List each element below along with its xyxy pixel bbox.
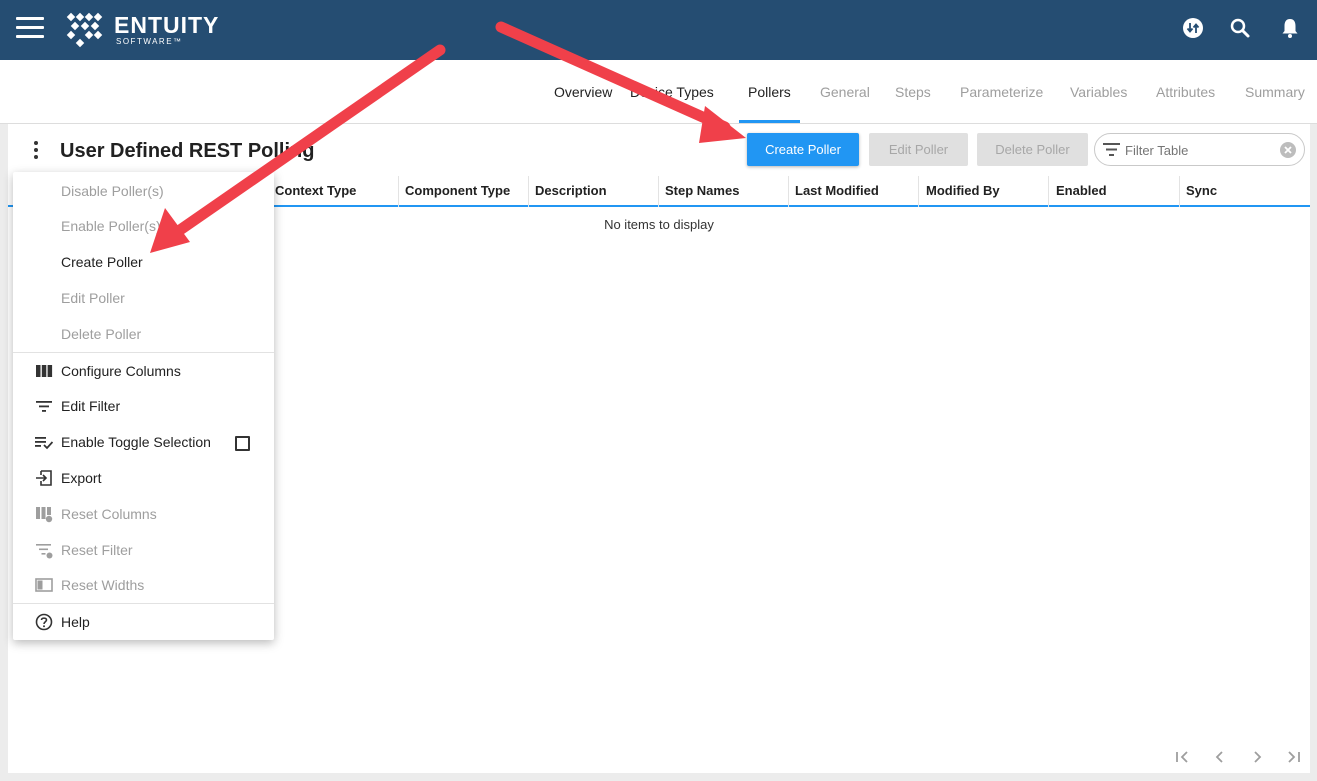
menu-item-label: Delete Poller [61,326,142,342]
help-icon [35,613,53,631]
reset-columns-icon [36,507,53,523]
last-page-icon[interactable] [1283,746,1305,768]
menu-divider [13,352,274,353]
menu-item-export[interactable]: Export [13,463,274,493]
logo-mark-icon [66,12,103,48]
menu-item-label: Enable Poller(s) [61,218,161,234]
tab-general: General [820,84,870,100]
menu-divider [13,603,274,604]
actions-menu: Disable Poller(s) Enable Poller(s) Creat… [13,172,274,640]
delete-poller-button: Delete Poller [977,133,1088,166]
export-icon [36,470,52,486]
tab-pollers[interactable]: Pollers [748,84,791,100]
menu-item-reset-widths: Reset Widths [13,570,274,600]
clear-icon[interactable] [1279,141,1297,159]
filter-table-input[interactable] [1125,140,1275,160]
columns-icon [36,365,53,377]
tab-steps: Steps [895,84,931,100]
reset-widths-icon [35,578,53,592]
column-header-last-modified[interactable]: Last Modified [795,183,879,198]
menu-item-delete-poller: Delete Poller [13,319,274,349]
menu-item-label: Edit Poller [61,290,125,306]
menu-item-help[interactable]: Help [13,607,274,637]
filter-icon [1103,143,1120,156]
empty-table-message: No items to display [604,217,714,232]
tab-attributes: Attributes [1156,84,1216,100]
search-icon[interactable] [1228,16,1252,40]
tab-device-types[interactable]: Device Types [630,84,714,100]
menu-item-edit-poller: Edit Poller [13,283,274,313]
tab-parameterize: Parameterize [960,84,1044,100]
column-header-modified-by[interactable]: Modified By [926,183,1000,198]
next-page-icon[interactable] [1246,746,1268,768]
active-tab-indicator [739,120,800,123]
menu-item-label: Reset Widths [61,577,145,593]
tab-variables: Variables [1070,84,1128,100]
menu-item-label: Enable Toggle Selection [61,434,211,450]
menu-item-configure-columns[interactable]: Configure Columns [13,356,274,386]
menu-item-reset-columns: Reset Columns [13,499,274,529]
menu-item-edit-filter[interactable]: Edit Filter [13,391,274,421]
toggle-selection-checkbox[interactable] [235,436,250,451]
menu-item-label: Disable Poller(s) [61,183,164,199]
menu-item-label: Configure Columns [61,363,181,379]
menu-item-reset-filter: Reset Filter [13,535,274,565]
menu-item-label: Help [61,614,90,630]
bell-icon[interactable] [1278,16,1302,40]
menu-item-disable-pollers: Disable Poller(s) [13,176,274,206]
checklist-icon [35,437,53,450]
logo-subtitle: SOFTWARE™ [116,37,183,46]
column-header-description[interactable]: Description [535,183,607,198]
filter-icon [36,401,52,412]
create-poller-button[interactable]: Create Poller [747,133,859,166]
first-page-icon[interactable] [1171,746,1193,768]
column-header-step-names[interactable]: Step Names [665,183,739,198]
column-header-component-type[interactable]: Component Type [405,183,510,198]
more-vert-icon[interactable] [30,141,42,159]
menu-item-label: Export [61,470,102,486]
menu-item-label: Create Poller [61,254,143,270]
hamburger-icon[interactable] [16,17,44,39]
wizard-nav-bar: Overview Device Types Pollers General St… [0,60,1317,124]
menu-item-enable-pollers: Enable Poller(s) [13,211,274,241]
menu-item-label: Edit Filter [61,398,121,414]
column-header-sync[interactable]: Sync [1186,183,1217,198]
edit-poller-button: Edit Poller [869,133,968,166]
tab-overview[interactable]: Overview [554,84,612,100]
top-app-bar: ENTUITY SOFTWARE™ [0,0,1317,60]
previous-page-icon[interactable] [1209,746,1231,768]
sync-icon[interactable] [1181,16,1205,40]
filter-table-field[interactable] [1094,133,1305,166]
logo-wordmark: ENTUITY [114,12,220,38]
menu-item-label: Reset Filter [61,542,133,558]
column-header-context-type[interactable]: Context Type [275,183,356,198]
page-title: User Defined REST Polling [60,140,315,162]
entuity-logo: ENTUITY SOFTWARE™ [62,10,222,50]
menu-item-label: Reset Columns [61,506,157,522]
tab-summary: Summary [1245,84,1305,100]
menu-item-create-poller[interactable]: Create Poller [13,247,274,277]
reset-filter-icon [36,544,53,559]
column-header-enabled[interactable]: Enabled [1056,183,1107,198]
